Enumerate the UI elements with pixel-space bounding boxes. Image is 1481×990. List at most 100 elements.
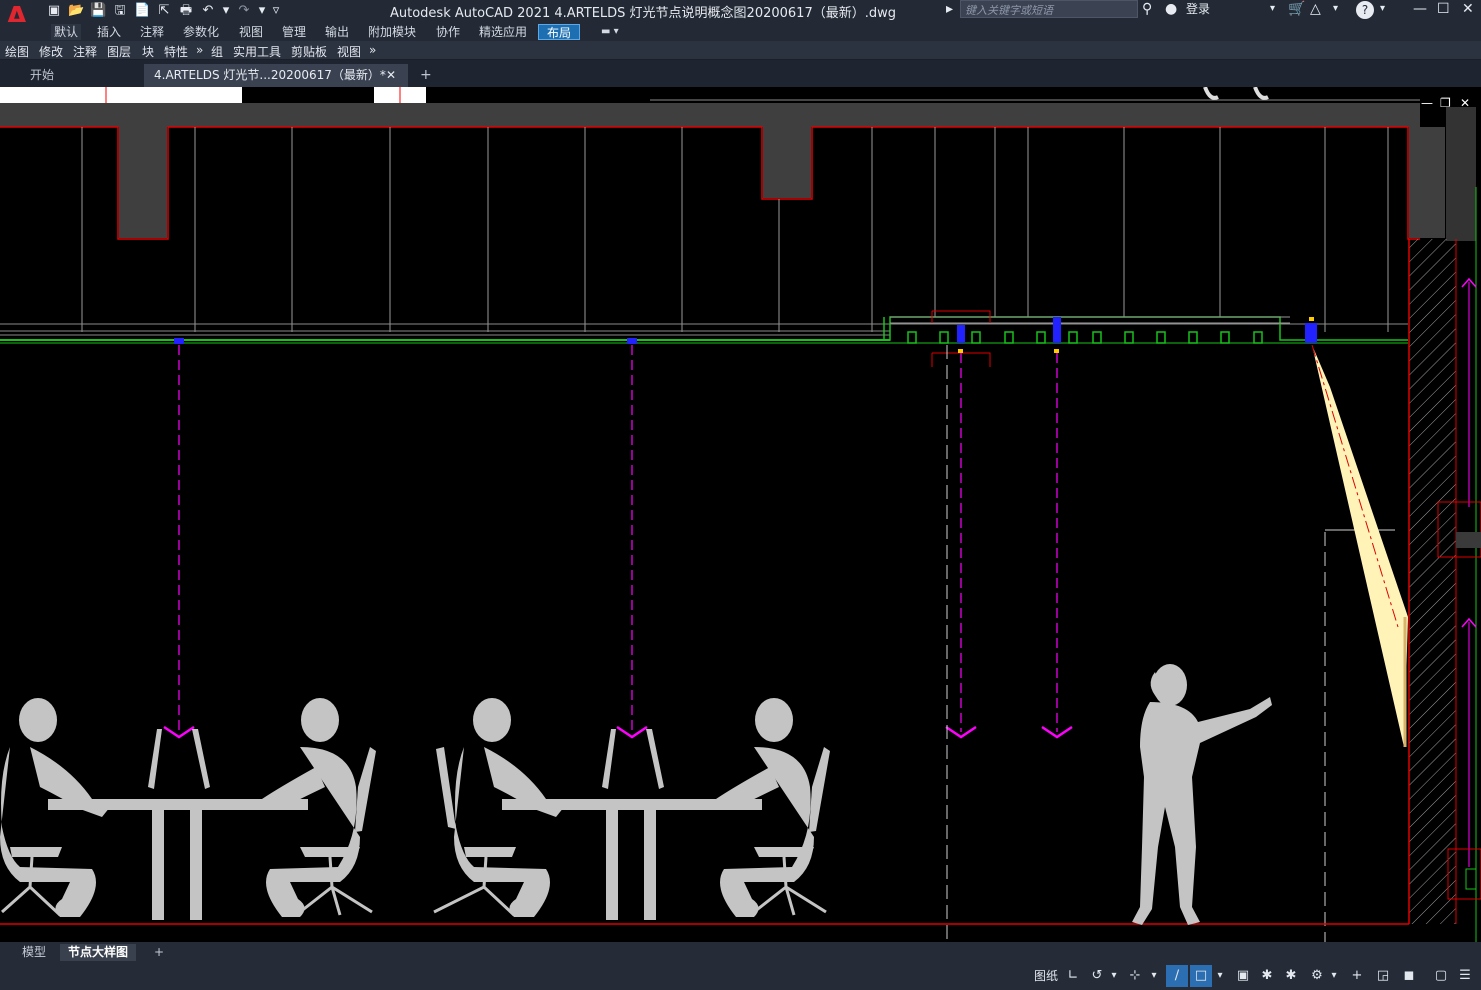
annotation-visibility-icon[interactable]: ✱ bbox=[1256, 965, 1278, 987]
panel-modify[interactable]: 修改 bbox=[39, 43, 63, 60]
import-icon[interactable]: ⇱ bbox=[156, 3, 172, 19]
close-icon[interactable]: ✕ bbox=[1462, 0, 1474, 20]
units-icon[interactable]: ◲ bbox=[1372, 965, 1394, 987]
ceiling-slab bbox=[0, 103, 1420, 127]
panel-expand-icon-2[interactable]: » bbox=[369, 43, 376, 57]
login-dropdown-icon[interactable]: ▾ bbox=[1270, 0, 1275, 20]
ribbon-tabs: 默认 插入 注释 参数化 视图 管理 输出 附加模块 协作 精选应用 布局 ▬ … bbox=[0, 22, 1481, 41]
beam-arrows bbox=[163, 725, 1073, 739]
customize-qa-icon[interactable]: ▿ bbox=[272, 3, 280, 19]
plot-icon[interactable]: 🖶 bbox=[178, 3, 194, 19]
help-dropdown-icon[interactable]: ▾ bbox=[1380, 0, 1385, 20]
search-icon[interactable]: ⚲ bbox=[1142, 0, 1152, 20]
tab-manage[interactable]: 管理 bbox=[279, 24, 309, 40]
tab-featured-apps[interactable]: 精选应用 bbox=[476, 24, 530, 40]
publish-icon[interactable]: 📄 bbox=[134, 3, 150, 19]
tab-view[interactable]: 视图 bbox=[236, 24, 266, 40]
tab-default[interactable]: 默认 bbox=[51, 24, 82, 40]
viewport-close-icon[interactable]: ✕ bbox=[1460, 97, 1470, 109]
clean-screen-icon[interactable]: ▢ bbox=[1430, 965, 1452, 987]
osnap-tracking-icon[interactable]: ⊹ bbox=[1124, 965, 1146, 987]
saveas-icon[interactable]: 🖫 bbox=[112, 3, 128, 19]
polar-dropdown-icon[interactable]: ▾ bbox=[1108, 965, 1120, 987]
tab-collaborate[interactable]: 协作 bbox=[433, 24, 463, 40]
wall-hatch bbox=[1409, 239, 1456, 924]
selection-dropdown-icon[interactable]: ▾ bbox=[1214, 965, 1226, 987]
new-tab-icon[interactable]: + bbox=[410, 64, 432, 87]
redo-dropdown-icon[interactable]: ▾ bbox=[258, 3, 266, 19]
panel-expand-icon[interactable]: » bbox=[196, 43, 203, 57]
save-icon[interactable]: 💾 bbox=[90, 3, 106, 19]
wall-washer bbox=[1305, 323, 1317, 343]
window-title: Autodesk AutoCAD 2021 4.ARTELDS 灯光节点说明概念… bbox=[390, 6, 896, 21]
maximize-icon[interactable]: ☐ bbox=[1437, 0, 1450, 20]
osnap-dropdown-icon[interactable]: ▾ bbox=[1148, 965, 1160, 987]
cad-drawing bbox=[0, 86, 1481, 942]
workspace-dropdown-icon[interactable]: ▾ bbox=[1328, 965, 1340, 987]
downlight-3 bbox=[957, 325, 965, 343]
tab-output[interactable]: 输出 bbox=[322, 24, 352, 40]
tab-annotate[interactable]: 注释 bbox=[137, 24, 167, 40]
lineweight-icon[interactable]: ∕ bbox=[1166, 965, 1188, 987]
panel-block[interactable]: 块 bbox=[142, 43, 154, 60]
panel-clipboard[interactable]: 剪贴板 bbox=[291, 43, 327, 60]
viewport-minimize-icon[interactable]: — bbox=[1421, 97, 1433, 109]
exchange-icon[interactable]: △ bbox=[1310, 0, 1321, 20]
undo-dropdown-icon[interactable]: ▾ bbox=[222, 3, 230, 19]
undo-icon[interactable]: ↶ bbox=[200, 3, 216, 19]
annotation-monitor-icon[interactable]: + bbox=[1346, 965, 1368, 987]
panel-properties[interactable]: 特性 bbox=[164, 43, 188, 60]
light-axes bbox=[178, 345, 1058, 732]
tab-addins[interactable]: 附加模块 bbox=[365, 24, 419, 40]
upper-fill-white bbox=[0, 87, 108, 103]
search-input[interactable]: 键入关键字或短语 bbox=[960, 0, 1138, 18]
grid-icon[interactable]: ∟ bbox=[1062, 965, 1084, 987]
panel-annotation[interactable]: 注释 bbox=[73, 43, 97, 60]
login-link[interactable]: 登录 bbox=[1186, 0, 1210, 20]
help-icon[interactable]: ? bbox=[1356, 1, 1374, 19]
tab-start-label: 开始 bbox=[30, 68, 55, 82]
workspace-gear-icon[interactable]: ⚙ bbox=[1306, 965, 1328, 987]
downlight-2 bbox=[627, 338, 637, 344]
panel-view[interactable]: 视图 bbox=[337, 43, 361, 60]
tab-current-drawing[interactable]: 4.ARTELDS 灯光节...20200617（最新）* ✕ bbox=[144, 64, 408, 87]
annotation-scale-icon[interactable]: ✱ bbox=[1280, 965, 1302, 987]
selection-cycling-icon[interactable]: □ bbox=[1190, 965, 1212, 987]
new-icon[interactable]: ▣ bbox=[46, 3, 62, 19]
open-icon[interactable]: 📂 bbox=[68, 3, 84, 19]
tab-node-detail[interactable]: 节点大样图 bbox=[60, 944, 137, 961]
downlight-4 bbox=[1053, 317, 1061, 343]
hanger-rods bbox=[81, 127, 1389, 332]
panel-draw[interactable]: 绘图 bbox=[5, 43, 29, 60]
isolate-objects-icon[interactable]: ◼ bbox=[1398, 965, 1420, 987]
tab-model[interactable]: 模型 bbox=[14, 944, 54, 961]
customization-menu-icon[interactable]: ☰ bbox=[1454, 965, 1476, 987]
panel-groups[interactable]: 组 bbox=[211, 43, 223, 60]
quick-access-toolbar: ▣ 📂 💾 🖫 📄 ⇱ 🖶 ↶ ▾ ↷ ▾ ▿ bbox=[46, 2, 280, 20]
polar-icon[interactable]: ↺ bbox=[1086, 965, 1108, 987]
panel-utilities[interactable]: 实用工具 bbox=[233, 43, 281, 60]
navigation-bar[interactable] bbox=[1446, 107, 1476, 241]
standing-person bbox=[1132, 664, 1272, 925]
close-tab-icon[interactable]: ✕ bbox=[386, 64, 396, 86]
upper-fill-white-2 bbox=[106, 87, 242, 103]
drawing-canvas[interactable]: — ❐ ✕ bbox=[0, 86, 1481, 942]
tab-insert[interactable]: 插入 bbox=[94, 24, 124, 40]
redo-icon[interactable]: ↷ bbox=[236, 3, 252, 19]
minimize-icon[interactable]: — bbox=[1413, 0, 1427, 20]
tab-start[interactable]: 开始 bbox=[20, 64, 142, 87]
panel-layers[interactable]: 图层 bbox=[107, 43, 131, 60]
paper-space-button[interactable]: 图纸 bbox=[1032, 965, 1060, 987]
tab-layout[interactable]: 布局 bbox=[538, 24, 580, 40]
tab-parametric[interactable]: 参数化 bbox=[180, 24, 222, 40]
people-group-2 bbox=[433, 698, 830, 920]
add-layout-icon[interactable]: + bbox=[146, 944, 172, 961]
exchange-dropdown-icon[interactable]: ▾ bbox=[1333, 0, 1338, 20]
ribbon-toggle-icon[interactable]: ▬ ▾ bbox=[598, 24, 622, 40]
title-bar: A ▣ 📂 💾 🖫 📄 ⇱ 🖶 ↶ ▾ ↷ ▾ ▿ Autodesk AutoC… bbox=[0, 0, 1481, 33]
viewport-scale-icon[interactable]: ▣ bbox=[1232, 965, 1254, 987]
viewport-restore-icon[interactable]: ❐ bbox=[1440, 97, 1451, 109]
title-arrow-icon[interactable]: ▸ bbox=[946, 0, 953, 20]
cart-icon[interactable]: 🛒 bbox=[1288, 0, 1305, 20]
user-icon[interactable]: ● bbox=[1165, 0, 1177, 20]
